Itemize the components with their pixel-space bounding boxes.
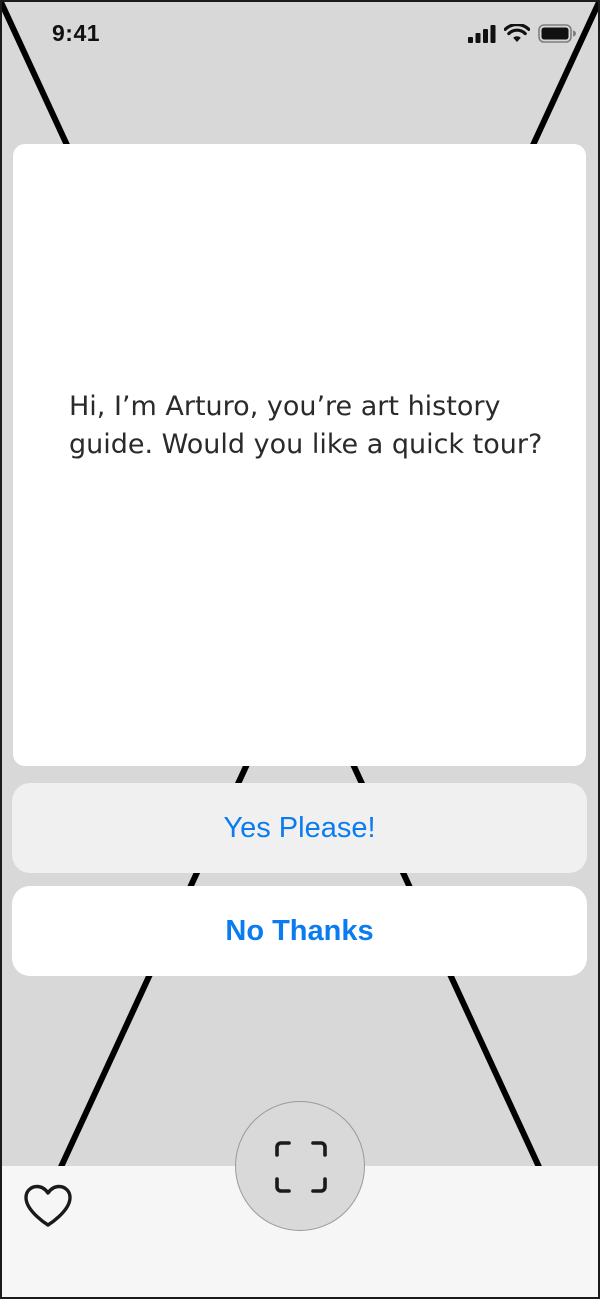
signal-icon — [468, 24, 496, 43]
status-time: 9:41 — [52, 20, 101, 46]
guide-message: Hi, I’m Arturo, you’re art history guide… — [69, 391, 543, 460]
scan-frame-icon — [275, 1141, 327, 1193]
phone-screen: 9:41 Hi, I’m Arturo, you’re art history … — [0, 0, 600, 1299]
scan-button[interactable] — [235, 1101, 365, 1231]
heart-icon[interactable] — [22, 1183, 74, 1229]
battery-icon — [538, 24, 576, 43]
wifi-icon — [503, 22, 531, 43]
guide-dialog-card: Hi, I’m Arturo, you’re art history guide… — [13, 144, 586, 766]
status-icons — [468, 22, 576, 43]
no-thanks-button[interactable]: No Thanks — [12, 886, 587, 976]
yes-please-button[interactable]: Yes Please! — [12, 783, 587, 873]
status-bar: 9:41 — [0, 0, 600, 70]
